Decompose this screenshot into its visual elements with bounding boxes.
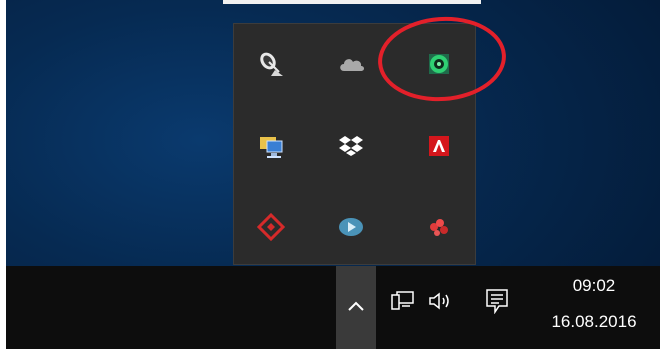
cloud-icon[interactable] [336,49,366,79]
network-icon[interactable] [388,288,418,314]
clock-time: 09:02 [572,276,616,295]
action-center-icon[interactable] [482,286,512,316]
taskbar-clock[interactable]: 09:02 16.08.2016 [532,272,656,344]
satellite-dish-icon[interactable] [256,49,286,79]
video-play-icon[interactable] [336,212,366,242]
red-dots-app-icon[interactable] [424,212,454,242]
chevron-up-icon [347,299,365,317]
volume-icon[interactable] [426,288,456,314]
network-computer-icon[interactable] [256,131,286,161]
adobe-acrobat-icon[interactable] [424,131,454,161]
screen-edge-right [660,0,666,349]
show-hidden-icons-button[interactable] [336,266,376,349]
window-bottom-edge [223,0,481,4]
clock-date: 16.08.2016 [551,312,637,331]
red-diamond-app-icon[interactable] [256,212,286,242]
dropbox-icon[interactable] [336,131,366,161]
